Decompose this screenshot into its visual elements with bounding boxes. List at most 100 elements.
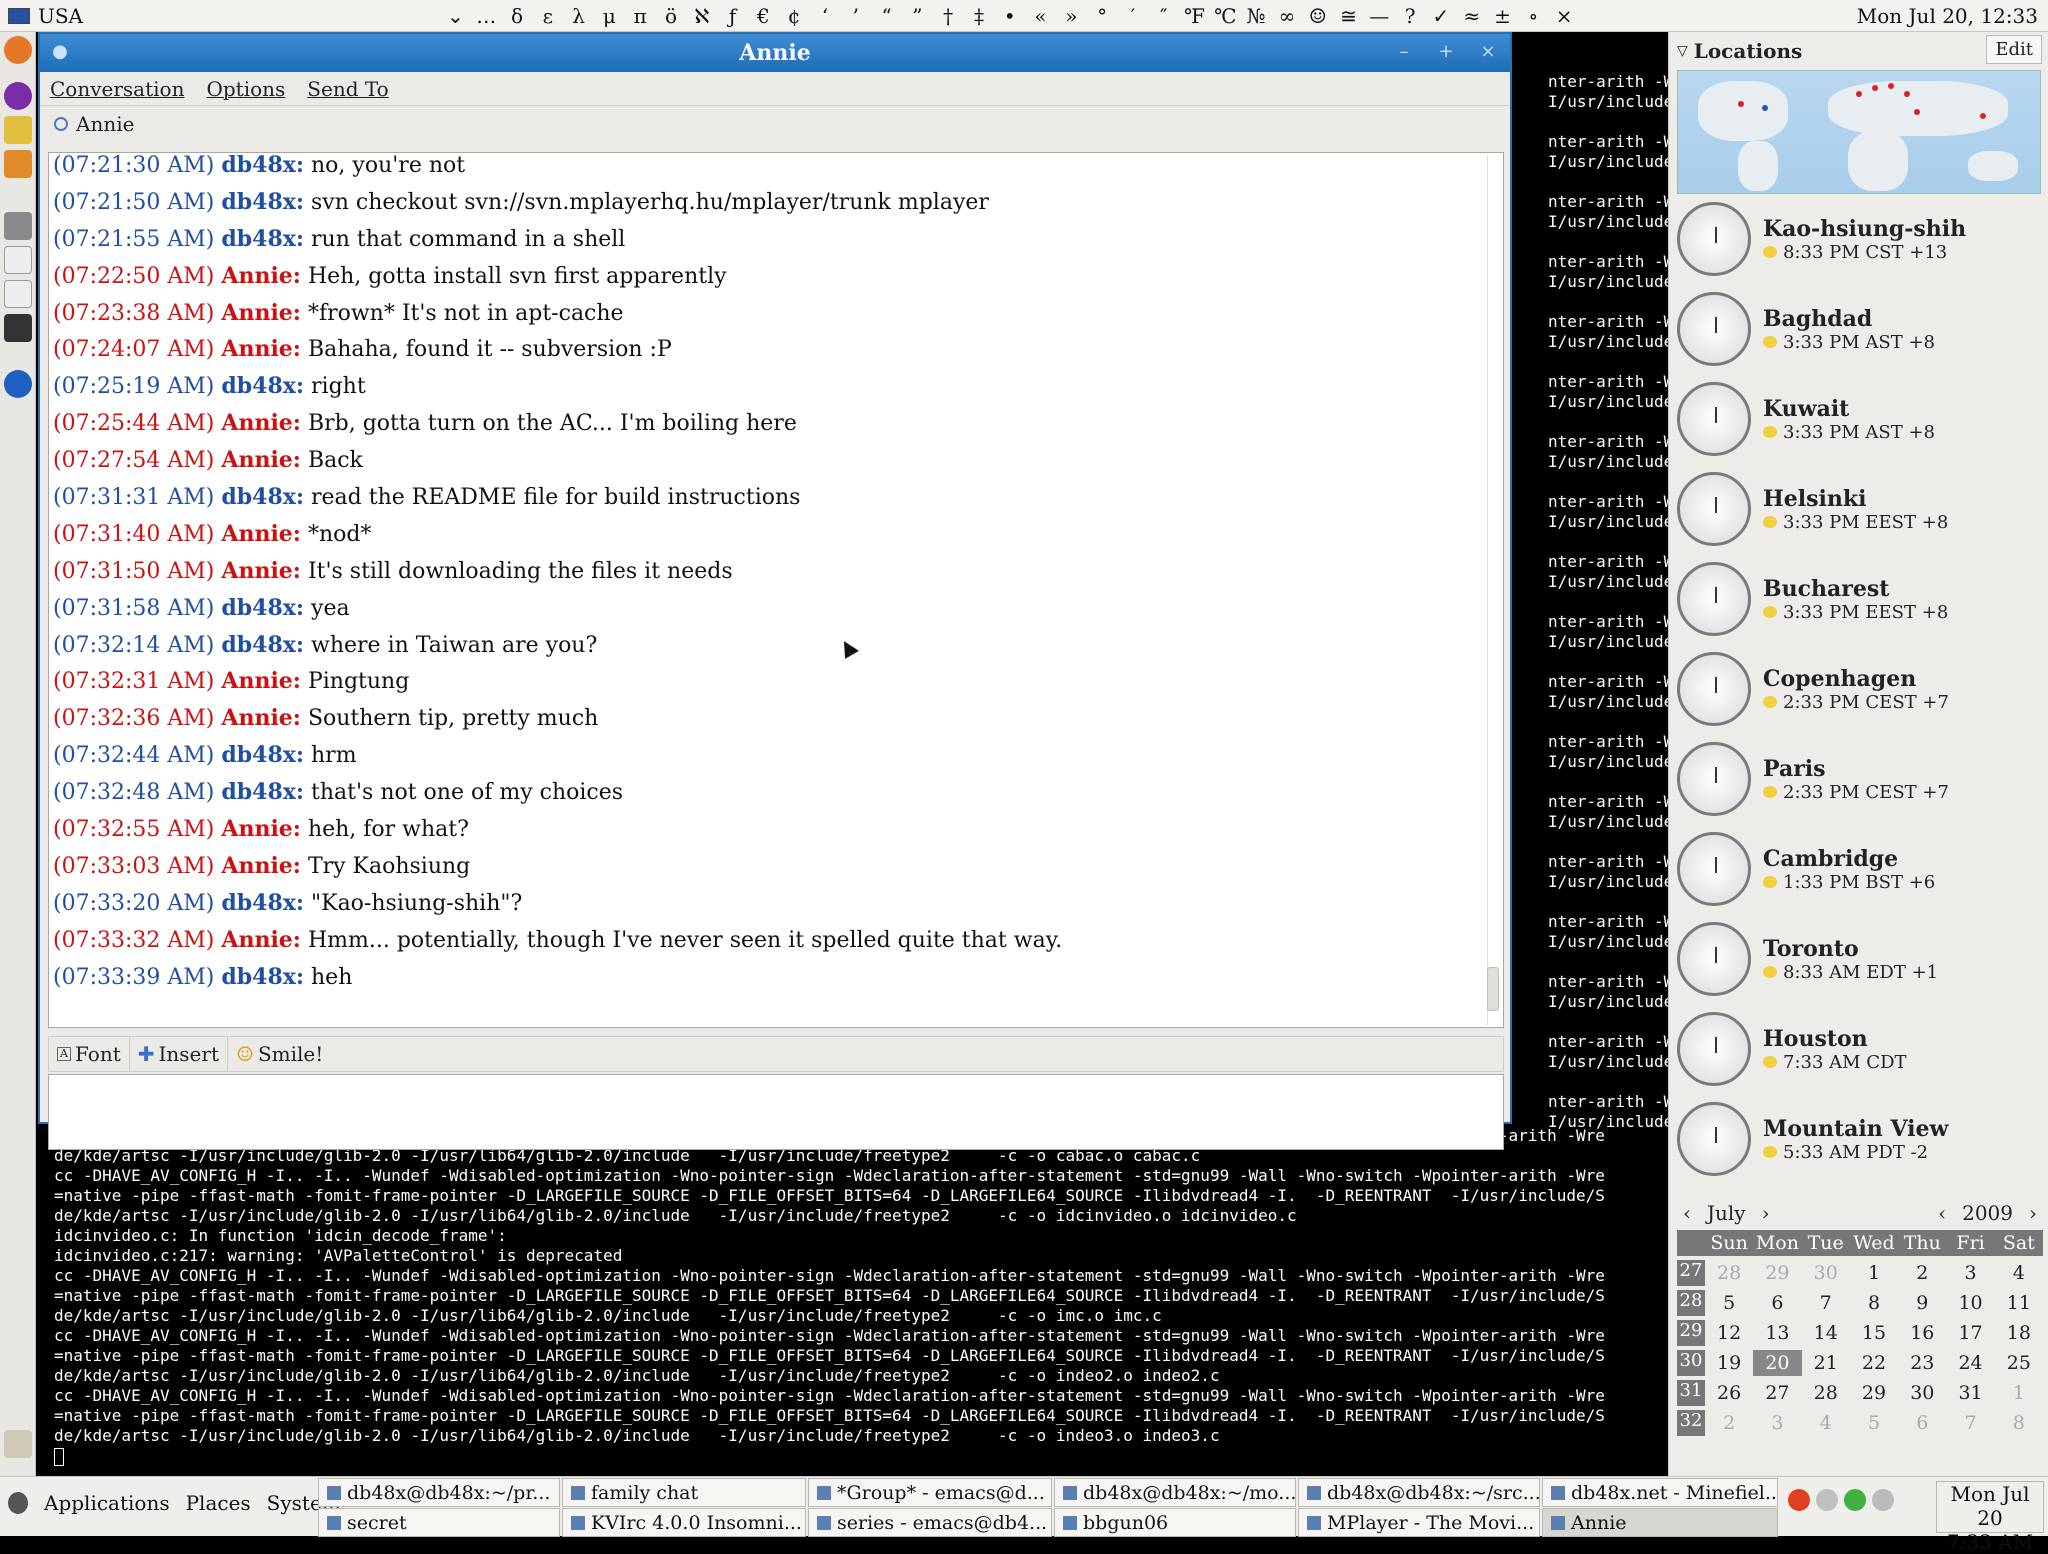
taskbar-window-button[interactable]: db48x@db48x:~/mo... [1054, 1478, 1296, 1507]
char-palette-item[interactable]: « [1025, 4, 1056, 28]
location-item[interactable]: Cambridge 1:33 PM BST +6 [1669, 824, 2048, 914]
character-map-icon[interactable] [4, 280, 32, 308]
char-palette-item[interactable]: ′ [1118, 4, 1149, 28]
menu-conversation[interactable]: Conversation [50, 77, 184, 101]
char-palette-item[interactable]: ✓ [1426, 4, 1457, 28]
message-input[interactable] [48, 1074, 1504, 1150]
char-palette-item[interactable]: ≅ [1333, 4, 1364, 28]
calendar-day[interactable]: 8 [1850, 1290, 1898, 1316]
calendar-day[interactable]: 3 [1946, 1260, 1994, 1286]
calendar-day[interactable]: 8 [1995, 1410, 2043, 1436]
calendar-day[interactable]: 24 [1946, 1350, 1994, 1376]
calendar-day[interactable]: 11 [1995, 1290, 2043, 1316]
calendar-day[interactable]: 22 [1850, 1350, 1898, 1376]
char-palette-item[interactable]: ƒ [717, 4, 748, 28]
calendar-day[interactable]: 5 [1850, 1410, 1898, 1436]
next-year-icon[interactable]: › [2029, 1201, 2037, 1225]
calendar-day[interactable]: 18 [1995, 1320, 2043, 1346]
calendar-day[interactable]: 2 [1898, 1260, 1946, 1286]
taskbar-window-button[interactable]: secret [318, 1508, 560, 1537]
calendar-day[interactable]: 14 [1802, 1320, 1850, 1346]
calendar-day[interactable]: 29 [1753, 1260, 1801, 1286]
calendar-day[interactable]: 16 [1898, 1320, 1946, 1346]
taskbar-window-button[interactable]: MPlayer - The Movi... [1298, 1508, 1540, 1537]
calendar-day[interactable]: 21 [1802, 1350, 1850, 1376]
keyboard-indicator[interactable]: USA [8, 4, 83, 28]
conversation-tab[interactable]: Annie [40, 106, 1510, 142]
char-palette-item[interactable]: ℵ [686, 4, 717, 28]
places-menu[interactable]: Places [186, 1491, 251, 1515]
calendar-day[interactable]: 30 [1898, 1380, 1946, 1406]
scrollbar-thumb[interactable] [1487, 967, 1499, 1011]
calendar-day[interactable]: 6 [1753, 1290, 1801, 1316]
prev-year-icon[interactable]: ‹ [1938, 1201, 1946, 1225]
calendar-day[interactable]: 4 [1802, 1410, 1850, 1436]
char-palette-item[interactable]: ¢ [779, 4, 810, 28]
calendar-day[interactable]: 7 [1946, 1410, 1994, 1436]
location-item[interactable]: Baghdad 3:33 PM AST +8 [1669, 284, 2048, 374]
calendar-day[interactable]: 5 [1705, 1290, 1753, 1316]
char-palette-item[interactable]: ö [656, 4, 687, 28]
calendar-day[interactable]: 3 [1753, 1410, 1801, 1436]
window-titlebar[interactable]: ● Annie – + × [40, 34, 1510, 72]
printer-icon[interactable] [1872, 1489, 1894, 1511]
taskbar-window-button[interactable]: family chat [562, 1478, 806, 1507]
char-palette-item[interactable]: π [625, 4, 656, 28]
applications-menu[interactable]: Applications [44, 1491, 170, 1515]
calculator-icon[interactable] [4, 212, 32, 240]
calendar-day[interactable]: 1 [1995, 1380, 2043, 1406]
menu-options[interactable]: Options [206, 77, 285, 101]
char-palette-item[interactable]: — [1364, 4, 1395, 28]
character-palette[interactable]: ⌄… δ ε λ μ π ö ℵ ƒ € ¢ ‘’ “” † ‡ • «» ° ′ ″ ℉ ℃ № ∞ ☺ ≅ —? ✓ ≈ ± ∘ × [440, 0, 1579, 32]
taskbar-window-button[interactable]: Annie [1542, 1508, 1778, 1537]
calendar-day[interactable]: 28 [1705, 1260, 1753, 1286]
calendar-day[interactable]: 28 [1802, 1380, 1850, 1406]
update-icon[interactable] [1788, 1489, 1810, 1511]
taskbar-window-button[interactable]: KVIrc 4.0.0 Insomni... [562, 1508, 806, 1537]
locations-header[interactable]: ▽ Locations Edit [1669, 32, 2048, 70]
char-palette-item[interactable]: ‡ [964, 4, 995, 28]
location-item[interactable]: Kuwait 3:33 PM AST +8 [1669, 374, 2048, 464]
calendar-day[interactable]: 15 [1850, 1320, 1898, 1346]
char-palette-item[interactable]: ∘ [1518, 4, 1549, 28]
prev-month-icon[interactable]: ‹ [1683, 1201, 1691, 1225]
globe-icon[interactable] [4, 370, 32, 398]
network-icon[interactable] [1816, 1489, 1838, 1511]
char-palette-item[interactable]: ☺ [1302, 4, 1333, 28]
char-palette-item[interactable]: † [933, 4, 964, 28]
calendar-day[interactable]: 27 [1753, 1380, 1801, 1406]
status-icon[interactable] [1844, 1489, 1866, 1511]
calendar-day[interactable]: 13 [1753, 1320, 1801, 1346]
insert-button[interactable]: ✚ Insert [130, 1037, 228, 1071]
calendar-day[interactable]: 9 [1898, 1290, 1946, 1316]
calendar-day[interactable]: 30 [1802, 1260, 1850, 1286]
char-palette-item[interactable]: » [1056, 4, 1087, 28]
char-palette-item[interactable]: ” [902, 4, 933, 28]
calendar[interactable]: ‹ July › ‹ 2009 › Sun Mon Tue Wed Thu Fri Sat 27 28 2… [1677, 1196, 2043, 1476]
location-item[interactable]: Houston 7:33 AM CDT [1669, 1004, 2048, 1094]
location-item[interactable]: Copenhagen 2:33 PM CEST +7 [1669, 644, 2048, 734]
taskbar-window-button[interactable]: bbgun06 [1054, 1508, 1296, 1537]
char-palette-item[interactable]: “ [871, 4, 902, 28]
calendar-day[interactable]: 2 [1705, 1410, 1753, 1436]
location-item[interactable]: Bucharest 3:33 PM EEST +8 [1669, 554, 2048, 644]
char-palette-item[interactable]: μ [594, 4, 625, 28]
calendar-day[interactable]: 1 [1850, 1260, 1898, 1286]
char-palette-item[interactable]: λ [563, 4, 594, 28]
char-palette-item[interactable]: • [994, 4, 1025, 28]
char-palette-item[interactable]: δ [502, 4, 533, 28]
top-clock[interactable]: Mon Jul 20, 12:33 [1857, 4, 2038, 28]
taskbar-window-button[interactable]: *Group* - emacs@d... [808, 1478, 1052, 1507]
calendar-day[interactable]: 10 [1946, 1290, 1994, 1316]
calendar-day[interactable]: 7 [1802, 1290, 1850, 1316]
char-palette-item[interactable]: … [471, 4, 502, 28]
calendar-day[interactable]: 25 [1995, 1350, 2043, 1376]
char-palette-item[interactable]: ⌄ [440, 4, 471, 28]
char-palette-item[interactable]: ’ [840, 4, 871, 28]
menu-send-to[interactable]: Send To [307, 77, 388, 101]
calendar-day[interactable]: 26 [1705, 1380, 1753, 1406]
smile-button[interactable]: ☺ Smile! [228, 1037, 331, 1071]
char-palette-item[interactable]: ℉ [1179, 4, 1210, 28]
calendar-day[interactable]: 17 [1946, 1320, 1994, 1346]
char-palette-item[interactable]: ″ [1148, 4, 1179, 28]
